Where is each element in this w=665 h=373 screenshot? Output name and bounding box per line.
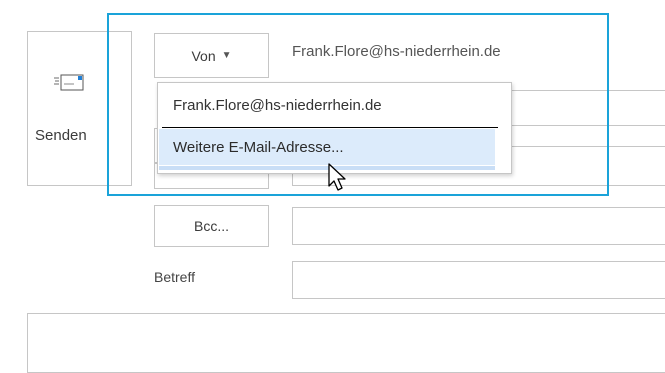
message-body[interactable] [27, 313, 665, 373]
bcc-button-label: Bcc... [193, 218, 229, 234]
bcc-field[interactable] [292, 207, 665, 245]
bcc-button[interactable]: Bcc... [154, 205, 269, 247]
send-mail-icon [54, 74, 84, 91]
subject-label: Betreff [154, 269, 195, 285]
subject-field[interactable] [292, 261, 665, 299]
mouse-cursor-icon [328, 163, 346, 191]
highlight-box [107, 13, 609, 196]
send-button-label: Senden [35, 127, 87, 144]
